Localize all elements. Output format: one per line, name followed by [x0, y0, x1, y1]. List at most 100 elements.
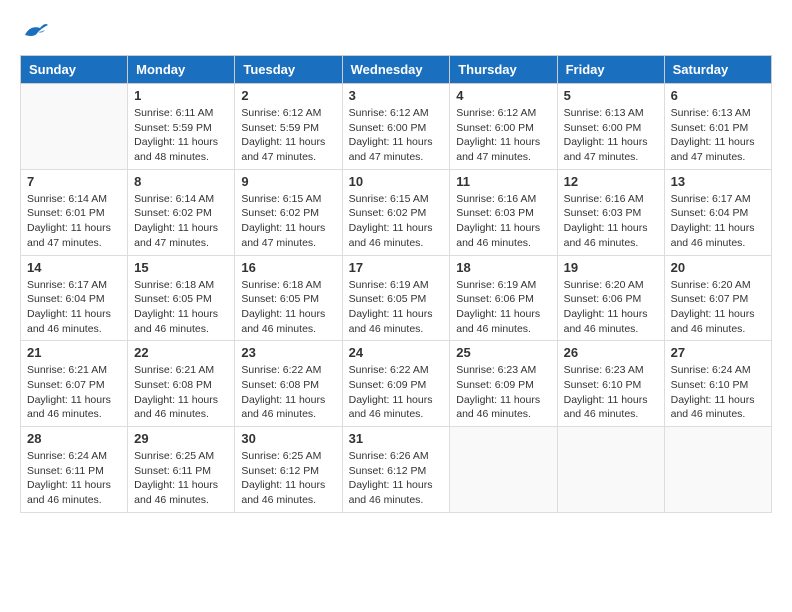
calendar-cell: 11 Sunrise: 6:16 AMSunset: 6:03 PMDayligh… — [450, 169, 557, 255]
calendar-cell: 16 Sunrise: 6:18 AMSunset: 6:05 PMDayligh… — [235, 255, 342, 341]
week-row-1: 1 Sunrise: 6:11 AMSunset: 5:59 PMDaylight… — [21, 84, 772, 170]
day-number: 13 — [671, 174, 765, 189]
day-number: 11 — [456, 174, 550, 189]
calendar-cell: 29 Sunrise: 6:25 AMSunset: 6:11 PMDayligh… — [128, 427, 235, 513]
day-info: Sunrise: 6:17 AMSunset: 6:04 PMDaylight:… — [27, 278, 121, 337]
week-row-5: 28 Sunrise: 6:24 AMSunset: 6:11 PMDayligh… — [21, 427, 772, 513]
calendar-cell: 28 Sunrise: 6:24 AMSunset: 6:11 PMDayligh… — [21, 427, 128, 513]
calendar-header-saturday: Saturday — [664, 56, 771, 84]
day-number: 4 — [456, 88, 550, 103]
day-number: 9 — [241, 174, 335, 189]
day-info: Sunrise: 6:24 AMSunset: 6:11 PMDaylight:… — [27, 449, 121, 508]
calendar-cell: 9 Sunrise: 6:15 AMSunset: 6:02 PMDaylight… — [235, 169, 342, 255]
day-number: 28 — [27, 431, 121, 446]
calendar-header-tuesday: Tuesday — [235, 56, 342, 84]
day-number: 3 — [349, 88, 444, 103]
day-info: Sunrise: 6:25 AMSunset: 6:12 PMDaylight:… — [241, 449, 335, 508]
day-info: Sunrise: 6:15 AMSunset: 6:02 PMDaylight:… — [241, 192, 335, 251]
day-info: Sunrise: 6:21 AMSunset: 6:07 PMDaylight:… — [27, 363, 121, 422]
calendar-cell: 3 Sunrise: 6:12 AMSunset: 6:00 PMDaylight… — [342, 84, 450, 170]
calendar-cell: 1 Sunrise: 6:11 AMSunset: 5:59 PMDaylight… — [128, 84, 235, 170]
calendar-cell: 18 Sunrise: 6:19 AMSunset: 6:06 PMDayligh… — [450, 255, 557, 341]
day-number: 17 — [349, 260, 444, 275]
day-info: Sunrise: 6:22 AMSunset: 6:08 PMDaylight:… — [241, 363, 335, 422]
day-info: Sunrise: 6:12 AMSunset: 5:59 PMDaylight:… — [241, 106, 335, 165]
calendar-header-thursday: Thursday — [450, 56, 557, 84]
calendar-cell — [21, 84, 128, 170]
day-info: Sunrise: 6:13 AMSunset: 6:01 PMDaylight:… — [671, 106, 765, 165]
day-number: 2 — [241, 88, 335, 103]
day-info: Sunrise: 6:18 AMSunset: 6:05 PMDaylight:… — [134, 278, 228, 337]
calendar-cell: 27 Sunrise: 6:24 AMSunset: 6:10 PMDayligh… — [664, 341, 771, 427]
day-number: 25 — [456, 345, 550, 360]
calendar-cell: 19 Sunrise: 6:20 AMSunset: 6:06 PMDayligh… — [557, 255, 664, 341]
week-row-4: 21 Sunrise: 6:21 AMSunset: 6:07 PMDayligh… — [21, 341, 772, 427]
day-info: Sunrise: 6:12 AMSunset: 6:00 PMDaylight:… — [349, 106, 444, 165]
day-info: Sunrise: 6:13 AMSunset: 6:00 PMDaylight:… — [564, 106, 658, 165]
day-info: Sunrise: 6:20 AMSunset: 6:07 PMDaylight:… — [671, 278, 765, 337]
day-info: Sunrise: 6:19 AMSunset: 6:05 PMDaylight:… — [349, 278, 444, 337]
day-number: 7 — [27, 174, 121, 189]
calendar-cell: 6 Sunrise: 6:13 AMSunset: 6:01 PMDaylight… — [664, 84, 771, 170]
page-header — [20, 20, 772, 45]
day-number: 26 — [564, 345, 658, 360]
day-info: Sunrise: 6:15 AMSunset: 6:02 PMDaylight:… — [349, 192, 444, 251]
calendar-cell: 4 Sunrise: 6:12 AMSunset: 6:00 PMDaylight… — [450, 84, 557, 170]
day-number: 14 — [27, 260, 121, 275]
calendar-header-wednesday: Wednesday — [342, 56, 450, 84]
day-number: 5 — [564, 88, 658, 103]
day-info: Sunrise: 6:24 AMSunset: 6:10 PMDaylight:… — [671, 363, 765, 422]
calendar-cell: 12Sunrise: 6:16 AMSunset: 6:03 PMDayligh… — [557, 169, 664, 255]
day-info: Sunrise: 6:11 AMSunset: 5:59 PMDaylight:… — [134, 106, 228, 165]
calendar-cell: 20 Sunrise: 6:20 AMSunset: 6:07 PMDayligh… — [664, 255, 771, 341]
day-info: Sunrise: 6:19 AMSunset: 6:06 PMDaylight:… — [456, 278, 550, 337]
calendar-cell: 14 Sunrise: 6:17 AMSunset: 6:04 PMDayligh… — [21, 255, 128, 341]
day-number: 8 — [134, 174, 228, 189]
calendar-cell: 24Sunrise: 6:22 AMSunset: 6:09 PMDayligh… — [342, 341, 450, 427]
calendar-table: SundayMondayTuesdayWednesdayThursdayFrid… — [20, 55, 772, 513]
day-info: Sunrise: 6:20 AMSunset: 6:06 PMDaylight:… — [564, 278, 658, 337]
day-number: 24 — [349, 345, 444, 360]
day-number: 31 — [349, 431, 444, 446]
day-info: Sunrise: 6:18 AMSunset: 6:05 PMDaylight:… — [241, 278, 335, 337]
calendar-header-friday: Friday — [557, 56, 664, 84]
week-row-3: 14 Sunrise: 6:17 AMSunset: 6:04 PMDayligh… — [21, 255, 772, 341]
calendar-cell: 8 Sunrise: 6:14 AMSunset: 6:02 PMDaylight… — [128, 169, 235, 255]
day-info: Sunrise: 6:21 AMSunset: 6:08 PMDaylight:… — [134, 363, 228, 422]
calendar-cell: 17 Sunrise: 6:19 AMSunset: 6:05 PMDayligh… — [342, 255, 450, 341]
day-number: 16 — [241, 260, 335, 275]
calendar-cell: 5 Sunrise: 6:13 AMSunset: 6:00 PMDaylight… — [557, 84, 664, 170]
calendar-cell: 23Sunrise: 6:22 AMSunset: 6:08 PMDayligh… — [235, 341, 342, 427]
day-info: Sunrise: 6:12 AMSunset: 6:00 PMDaylight:… — [456, 106, 550, 165]
logo — [20, 20, 50, 45]
calendar-cell: 26Sunrise: 6:23 AMSunset: 6:10 PMDayligh… — [557, 341, 664, 427]
day-info: Sunrise: 6:14 AMSunset: 6:01 PMDaylight:… — [27, 192, 121, 251]
day-number: 21 — [27, 345, 121, 360]
calendar-header-sunday: Sunday — [21, 56, 128, 84]
calendar-header-monday: Monday — [128, 56, 235, 84]
day-info: Sunrise: 6:23 AMSunset: 6:09 PMDaylight:… — [456, 363, 550, 422]
day-info: Sunrise: 6:25 AMSunset: 6:11 PMDaylight:… — [134, 449, 228, 508]
logo-bird-icon — [20, 20, 50, 40]
day-number: 20 — [671, 260, 765, 275]
day-info: Sunrise: 6:14 AMSunset: 6:02 PMDaylight:… — [134, 192, 228, 251]
day-number: 22 — [134, 345, 228, 360]
day-info: Sunrise: 6:26 AMSunset: 6:12 PMDaylight:… — [349, 449, 444, 508]
calendar-cell: 7 Sunrise: 6:14 AMSunset: 6:01 PMDaylight… — [21, 169, 128, 255]
calendar-cell — [450, 427, 557, 513]
day-number: 6 — [671, 88, 765, 103]
calendar-cell: 30Sunrise: 6:25 AMSunset: 6:12 PMDayligh… — [235, 427, 342, 513]
day-number: 19 — [564, 260, 658, 275]
day-number: 18 — [456, 260, 550, 275]
day-number: 29 — [134, 431, 228, 446]
day-number: 1 — [134, 88, 228, 103]
logo-text — [20, 20, 50, 45]
day-number: 15 — [134, 260, 228, 275]
calendar-cell: 2 Sunrise: 6:12 AMSunset: 5:59 PMDaylight… — [235, 84, 342, 170]
day-number: 27 — [671, 345, 765, 360]
week-row-2: 7 Sunrise: 6:14 AMSunset: 6:01 PMDaylight… — [21, 169, 772, 255]
day-info: Sunrise: 6:16 AMSunset: 6:03 PMDaylight:… — [456, 192, 550, 251]
day-info: Sunrise: 6:17 AMSunset: 6:04 PMDaylight:… — [671, 192, 765, 251]
calendar-cell: 31 Sunrise: 6:26 AMSunset: 6:12 PMDayligh… — [342, 427, 450, 513]
calendar-cell: 21 Sunrise: 6:21 AMSunset: 6:07 PMDayligh… — [21, 341, 128, 427]
